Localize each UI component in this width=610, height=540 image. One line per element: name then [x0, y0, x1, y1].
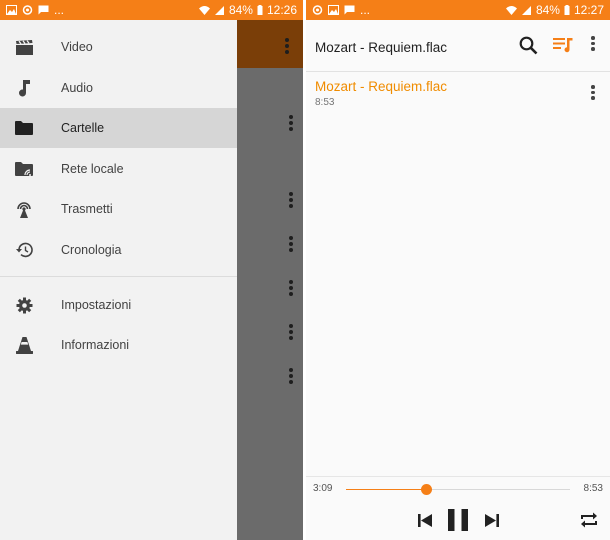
total-time: 8:53 [583, 483, 603, 494]
seek-progress [346, 489, 426, 490]
clock: 12:26 [266, 3, 297, 17]
drawer-item-label: Rete locale [61, 162, 124, 176]
drawer-item-label: Cronologia [61, 243, 122, 257]
more-vert-icon [289, 192, 293, 210]
status-overflow: ... [360, 3, 371, 17]
image-icon [328, 5, 339, 15]
history-icon [15, 241, 33, 259]
player-bar: 3:09 8:53 [306, 476, 610, 540]
app-toolbar: Mozart - Requiem.flac [306, 20, 610, 72]
video-icon [15, 38, 33, 56]
drawer-item-label: Trasmetti [61, 202, 113, 216]
playlist-icon[interactable] [552, 34, 574, 56]
sync-icon [312, 5, 323, 15]
drawer-item-informazioni[interactable]: Informazioni [0, 325, 237, 365]
drawer-item-audio[interactable]: Audio [0, 68, 237, 108]
signal-icon [214, 6, 224, 15]
wifi-icon [505, 6, 517, 15]
page-title: Mozart - Requiem.flac [315, 40, 448, 55]
battery-percent: 84% [228, 3, 253, 17]
repeat-icon[interactable] [578, 510, 600, 530]
image-icon [6, 5, 17, 15]
drawer-item-impostazioni[interactable]: Impostazioni [0, 285, 237, 325]
drawer-item-cronologia[interactable]: Cronologia [0, 230, 237, 270]
right-phone-screen: ... 84% 12:27 Mozart - Requiem.flac Moza… [306, 0, 610, 540]
previous-icon[interactable] [416, 511, 434, 529]
more-vert-icon [285, 38, 289, 56]
seek-bar[interactable] [346, 484, 570, 495]
message-icon [344, 5, 355, 15]
drawer-item-label: Cartelle [61, 121, 105, 135]
drawer-divider [0, 276, 237, 277]
pause-icon[interactable] [446, 508, 470, 532]
seek-thumb[interactable] [420, 484, 432, 495]
battery-icon [564, 5, 570, 15]
drawer-item-cartelle[interactable]: Cartelle [0, 108, 237, 148]
search-icon[interactable] [517, 34, 539, 56]
wifi-icon [198, 6, 210, 15]
track-duration: 8:53 [315, 97, 335, 108]
drawer-item-trasmetti[interactable]: Trasmetti [0, 189, 237, 229]
track-title: Mozart - Requiem.flac [315, 79, 448, 94]
status-bar: ... 84% 12:27 [306, 0, 610, 20]
list-item[interactable]: Mozart - Requiem.flac 8:53 [306, 72, 610, 114]
vlc-cone-icon [15, 336, 33, 354]
drawer-item-label: Audio [61, 81, 93, 95]
network-folder-icon [15, 160, 33, 178]
music-note-icon [15, 79, 33, 97]
drawer-item-rete-locale[interactable]: Rete locale [0, 149, 237, 189]
more-vert-icon [289, 368, 293, 386]
battery-icon [257, 5, 263, 15]
clock: 12:27 [573, 3, 604, 17]
more-vert-icon [289, 324, 293, 342]
drawer-item-video[interactable]: Video [0, 27, 237, 67]
more-vert-icon [289, 236, 293, 254]
status-bar: ... 84% 12:26 [0, 0, 303, 20]
gear-icon [15, 296, 33, 314]
more-vert-icon [289, 280, 293, 298]
left-phone-screen: ... 84% 12:26 Video Audio Cartelle Rete … [0, 0, 303, 540]
folder-icon [15, 119, 33, 137]
sync-icon [22, 5, 33, 15]
drawer-item-label: Informazioni [61, 338, 130, 352]
more-vert-icon[interactable] [591, 85, 595, 102]
elapsed-time: 3:09 [313, 483, 333, 494]
signal-icon [521, 6, 531, 15]
status-overflow: ... [54, 3, 65, 17]
more-vert-icon[interactable] [591, 36, 595, 53]
battery-percent: 84% [535, 3, 560, 17]
broadcast-icon [15, 200, 33, 218]
drawer-item-label: Impostazioni [61, 298, 132, 312]
more-vert-icon [289, 115, 293, 133]
message-icon [38, 5, 49, 15]
next-icon[interactable] [483, 511, 501, 529]
navigation-drawer: Video Audio Cartelle Rete locale Trasmet… [0, 20, 237, 540]
drawer-item-label: Video [61, 40, 93, 54]
